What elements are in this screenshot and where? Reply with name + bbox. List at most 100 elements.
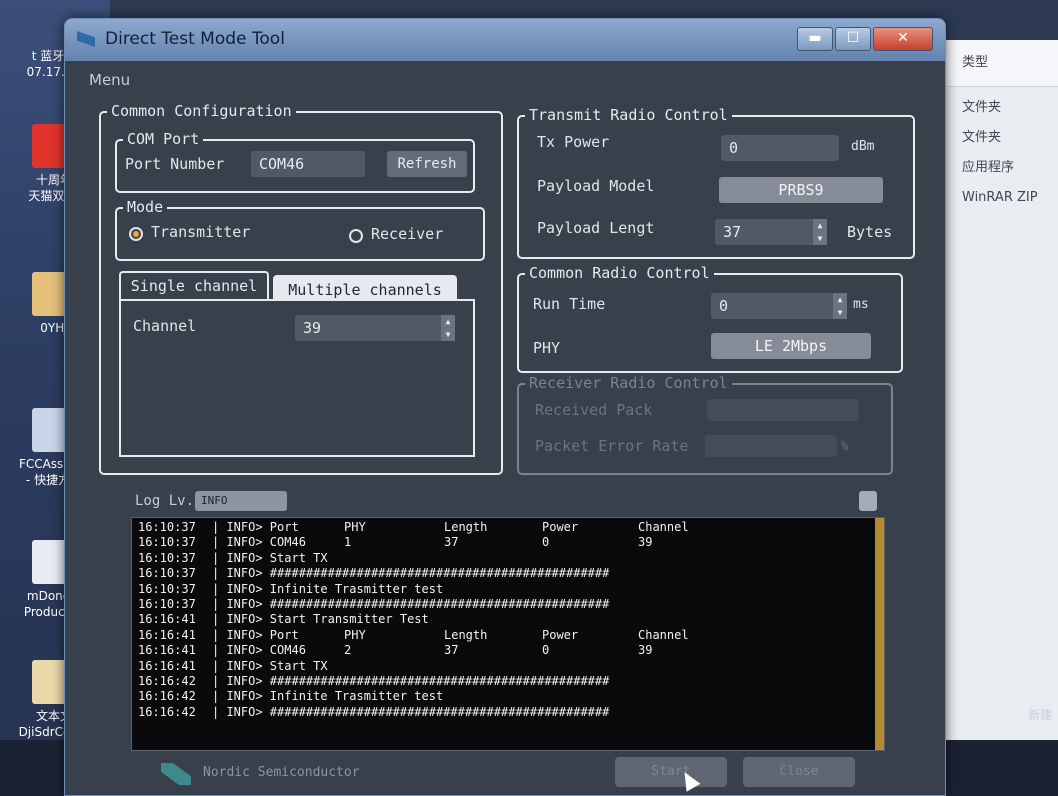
log-cell: 16:16:41 bbox=[138, 612, 196, 627]
port-number-field[interactable]: COM46 bbox=[251, 151, 365, 177]
explorer-row[interactable]: 文件夹 bbox=[940, 93, 1058, 123]
received-packets-field bbox=[707, 399, 859, 421]
log-cell: | INFO> Start TX bbox=[212, 658, 328, 673]
log-cell: PHY bbox=[344, 627, 366, 642]
log-cell: 39 bbox=[638, 535, 653, 550]
close-window-button[interactable]: ✕ bbox=[873, 27, 933, 51]
run-time-label: Run Time bbox=[533, 295, 606, 313]
log-row: 16:16:42 | INFO> ########################… bbox=[138, 674, 874, 689]
log-cell: | INFO> Infinite Trasmitter test bbox=[212, 689, 444, 704]
log-cell: | INFO> Port bbox=[212, 520, 299, 534]
log-cell: Power bbox=[542, 627, 579, 642]
single-channel-panel: Channel 39 ▲ ▼ bbox=[119, 299, 475, 457]
close-button[interactable]: Close bbox=[743, 757, 855, 787]
transmit-radio-control-group: Transmit Radio Control Tx Power 0 dBm Pa… bbox=[517, 106, 915, 259]
log-cell: 16:16:42 bbox=[138, 689, 196, 704]
explorer-row[interactable]: WinRAR ZIP bbox=[940, 183, 1058, 213]
log-cell: Power bbox=[542, 520, 579, 534]
mode-group: Mode Transmitter Receiver bbox=[115, 198, 485, 261]
log-row: 16:16:42 | INFO> Infinite Trasmitter test bbox=[138, 689, 874, 704]
title-bar[interactable]: Direct Test Mode Tool ▬ ☐ ✕ bbox=[65, 19, 945, 61]
log-row: 16:10:37 | INFO> Infinite Trasmitter test bbox=[138, 582, 874, 597]
log-scrollbar[interactable] bbox=[875, 518, 884, 750]
common-configuration-legend: Common Configuration bbox=[107, 102, 296, 120]
explorer-column-type[interactable]: 类型 bbox=[940, 40, 1058, 78]
log-cell: 16:10:37 bbox=[138, 550, 196, 565]
log-cell: | INFO> COM46 bbox=[212, 643, 306, 658]
receiver-radio[interactable] bbox=[349, 229, 363, 243]
log-cell: 16:10:37 bbox=[138, 535, 196, 550]
log-output[interactable]: 16:10:37 | INFO> Port PHY Length Power Channe… bbox=[131, 517, 885, 751]
log-cell: PHY bbox=[344, 520, 366, 534]
log-cell: 16:10:37 bbox=[138, 581, 196, 596]
packet-error-rate-field bbox=[705, 435, 837, 457]
com-port-legend: COM Port bbox=[123, 130, 204, 148]
log-cell: | INFO> Start TX bbox=[212, 550, 328, 565]
log-level-label: Log Lv. bbox=[135, 493, 195, 509]
phy-label: PHY bbox=[533, 339, 561, 357]
receiver-label[interactable]: Receiver bbox=[371, 225, 443, 243]
minimize-button[interactable]: ▬ bbox=[797, 27, 833, 51]
explorer-header: 类型 bbox=[940, 40, 1058, 87]
explorer-window-background: 类型 文件夹 文件夹 应用程序 WinRAR ZIP bbox=[940, 40, 1058, 740]
payload-length-unit: Bytes bbox=[847, 223, 893, 241]
spin-arrows-icon[interactable]: ▲ ▼ bbox=[441, 315, 455, 341]
explorer-row[interactable]: 应用程序 bbox=[940, 153, 1058, 183]
log-cell: 37 bbox=[444, 535, 459, 550]
run-time-unit: ms bbox=[853, 297, 869, 312]
channel-spinbox[interactable]: 39 ▲ ▼ bbox=[295, 315, 455, 341]
log-cell: | INFO> COM46 bbox=[212, 535, 306, 550]
log-row: 16:10:37 | INFO> COM46 1 37 0 39 bbox=[138, 535, 874, 550]
transmitter-radio[interactable] bbox=[129, 227, 143, 241]
menu-bar-menu[interactable]: Menu bbox=[89, 71, 130, 89]
window-title: Direct Test Mode Tool bbox=[105, 29, 285, 49]
log-cell: 0 bbox=[542, 535, 550, 550]
com-port-group: COM Port Port Number COM46 Refresh bbox=[115, 130, 475, 193]
common-radio-control-group: Common Radio Control Run Time 0 ▲ ▼ ms PH… bbox=[517, 264, 903, 373]
log-level-dropdown[interactable]: INFO bbox=[195, 491, 287, 511]
trash-icon[interactable] bbox=[859, 491, 877, 511]
log-cell: 37 bbox=[444, 643, 459, 658]
spin-arrows-icon[interactable]: ▲ ▼ bbox=[833, 293, 847, 319]
dtm-window: Direct Test Mode Tool ▬ ☐ ✕ Menu Common … bbox=[64, 18, 946, 796]
spin-arrows-icon[interactable]: ▲ ▼ bbox=[813, 219, 827, 245]
transmitter-label[interactable]: Transmitter bbox=[151, 223, 250, 241]
app-icon bbox=[77, 31, 95, 47]
payload-length-spinbox[interactable]: 37 ▲ ▼ bbox=[715, 219, 827, 245]
log-rows: 16:10:37 | INFO> Port PHY Length Power Channe… bbox=[138, 520, 874, 720]
common-configuration-group: Common Configuration COM Port Port Numbe… bbox=[99, 102, 503, 475]
log-row: 16:10:37 | INFO> Port PHY Length Power Channe… bbox=[138, 520, 874, 535]
log-cell: 16:16:42 bbox=[138, 673, 196, 688]
explorer-row[interactable]: 文件夹 bbox=[940, 123, 1058, 153]
tx-power-field[interactable]: 0 bbox=[721, 135, 839, 161]
log-row: 16:10:37 | INFO> ########################… bbox=[138, 566, 874, 581]
transmit-radio-control-legend: Transmit Radio Control bbox=[525, 106, 732, 124]
log-cell: 2 bbox=[344, 643, 352, 658]
maximize-button[interactable]: ☐ bbox=[835, 27, 871, 51]
refresh-button[interactable]: Refresh bbox=[387, 151, 467, 177]
log-cell: | INFO> Port bbox=[212, 627, 299, 642]
channel-value: 39 bbox=[303, 319, 322, 337]
log-cell: 16:10:37 bbox=[138, 520, 196, 534]
nordic-logo-icon bbox=[161, 763, 191, 785]
tab-single-channel[interactable]: Single channel bbox=[119, 271, 269, 299]
payload-length-value: 37 bbox=[723, 223, 742, 241]
log-cell: Channel bbox=[638, 520, 689, 534]
run-time-spinbox[interactable]: 0 ▲ ▼ bbox=[711, 293, 847, 319]
mode-legend: Mode bbox=[123, 198, 168, 216]
phy-dropdown[interactable]: LE 2Mbps bbox=[711, 333, 871, 359]
log-cell: Length bbox=[444, 520, 488, 534]
log-cell: | INFO> Infinite Trasmitter test bbox=[212, 581, 444, 596]
log-cell: 16:10:37 bbox=[138, 566, 196, 581]
tab-multiple-channels[interactable]: Multiple channels bbox=[273, 275, 457, 301]
log-row: 16:10:37 | INFO> Start TX bbox=[138, 551, 874, 566]
log-cell: 16:16:41 bbox=[138, 627, 196, 642]
payload-model-dropdown[interactable]: PRBS9 bbox=[719, 177, 883, 203]
log-cell: | INFO> Start Transmitter Test bbox=[212, 612, 429, 627]
log-cell: Channel bbox=[638, 627, 689, 642]
log-cell: | INFO> ################################… bbox=[212, 673, 610, 688]
start-button[interactable]: Start bbox=[615, 757, 727, 787]
received-packets-label: Received Pack bbox=[535, 401, 653, 419]
log-cell: 16:10:37 bbox=[138, 596, 196, 611]
log-cell: 0 bbox=[542, 643, 550, 658]
